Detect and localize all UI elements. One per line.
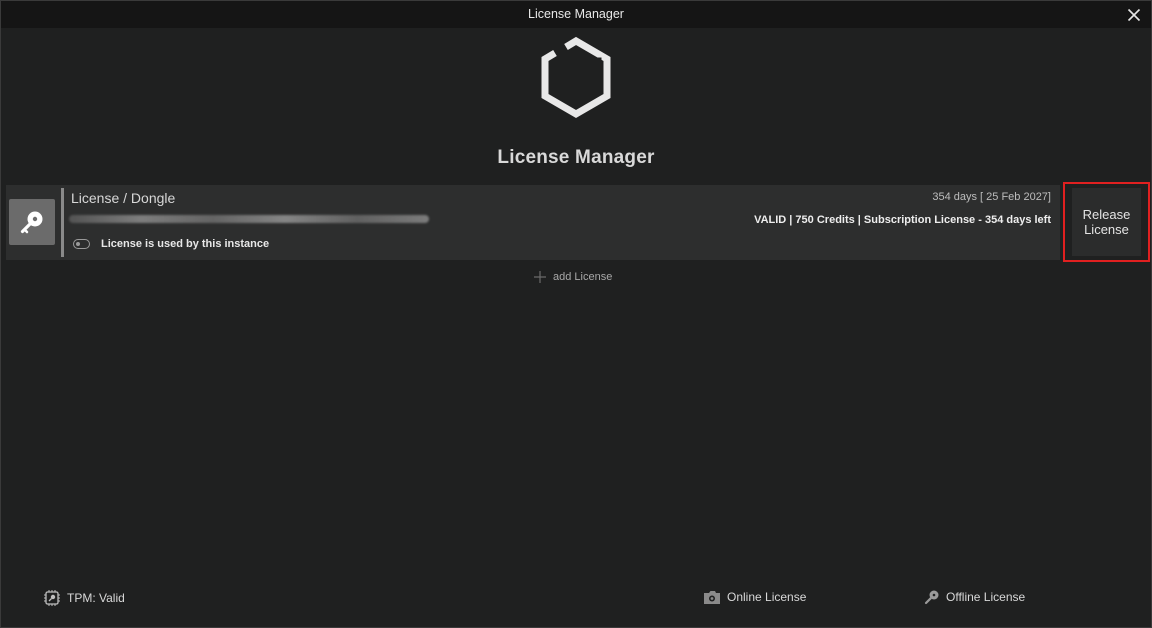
license-toggle[interactable] <box>73 239 90 249</box>
license-key-redacted <box>69 215 429 223</box>
close-icon <box>1127 8 1141 22</box>
add-license-button[interactable]: add License <box>533 270 612 284</box>
offline-license-label: Offline License <box>946 590 1026 604</box>
release-license-inner: Release License <box>1072 188 1141 256</box>
online-license-label: Online License <box>727 590 807 604</box>
page-title: License Manager <box>497 147 655 168</box>
close-button[interactable] <box>1123 4 1145 26</box>
plus-icon <box>534 271 546 283</box>
release-license-button[interactable]: Release License <box>1063 182 1150 262</box>
cloud-key-icon <box>704 591 720 604</box>
window-title: License Manager <box>528 7 624 21</box>
tpm-label: TPM: Valid <box>67 591 125 605</box>
key-icon <box>924 590 939 605</box>
app-logo <box>541 36 611 119</box>
tpm-status: TPM: Valid <box>43 589 125 607</box>
license-row: License / Dongle 354 days [ 25 Feb 2027]… <box>6 185 1060 260</box>
license-status: VALID | 750 Credits | Subscription Licen… <box>754 214 1051 226</box>
row-divider <box>61 188 64 257</box>
license-name: License / Dongle <box>71 190 176 206</box>
license-expiry: 354 days [ 25 Feb 2027] <box>932 191 1051 203</box>
license-usage-text: License is used by this instance <box>101 238 270 250</box>
release-label-line1: Release <box>1082 207 1131 222</box>
online-license-button[interactable]: Online License <box>703 589 806 605</box>
license-manager-window: License Manager License Manager License … <box>0 0 1152 628</box>
add-license-label: add License <box>553 271 613 283</box>
title-bar: License Manager <box>1 1 1151 28</box>
offline-license-button[interactable]: Offline License <box>924 589 1025 605</box>
dongle-tile <box>9 199 55 245</box>
release-label-line2: License <box>1084 222 1129 237</box>
chip-key-icon <box>44 590 60 606</box>
key-icon <box>20 211 43 234</box>
